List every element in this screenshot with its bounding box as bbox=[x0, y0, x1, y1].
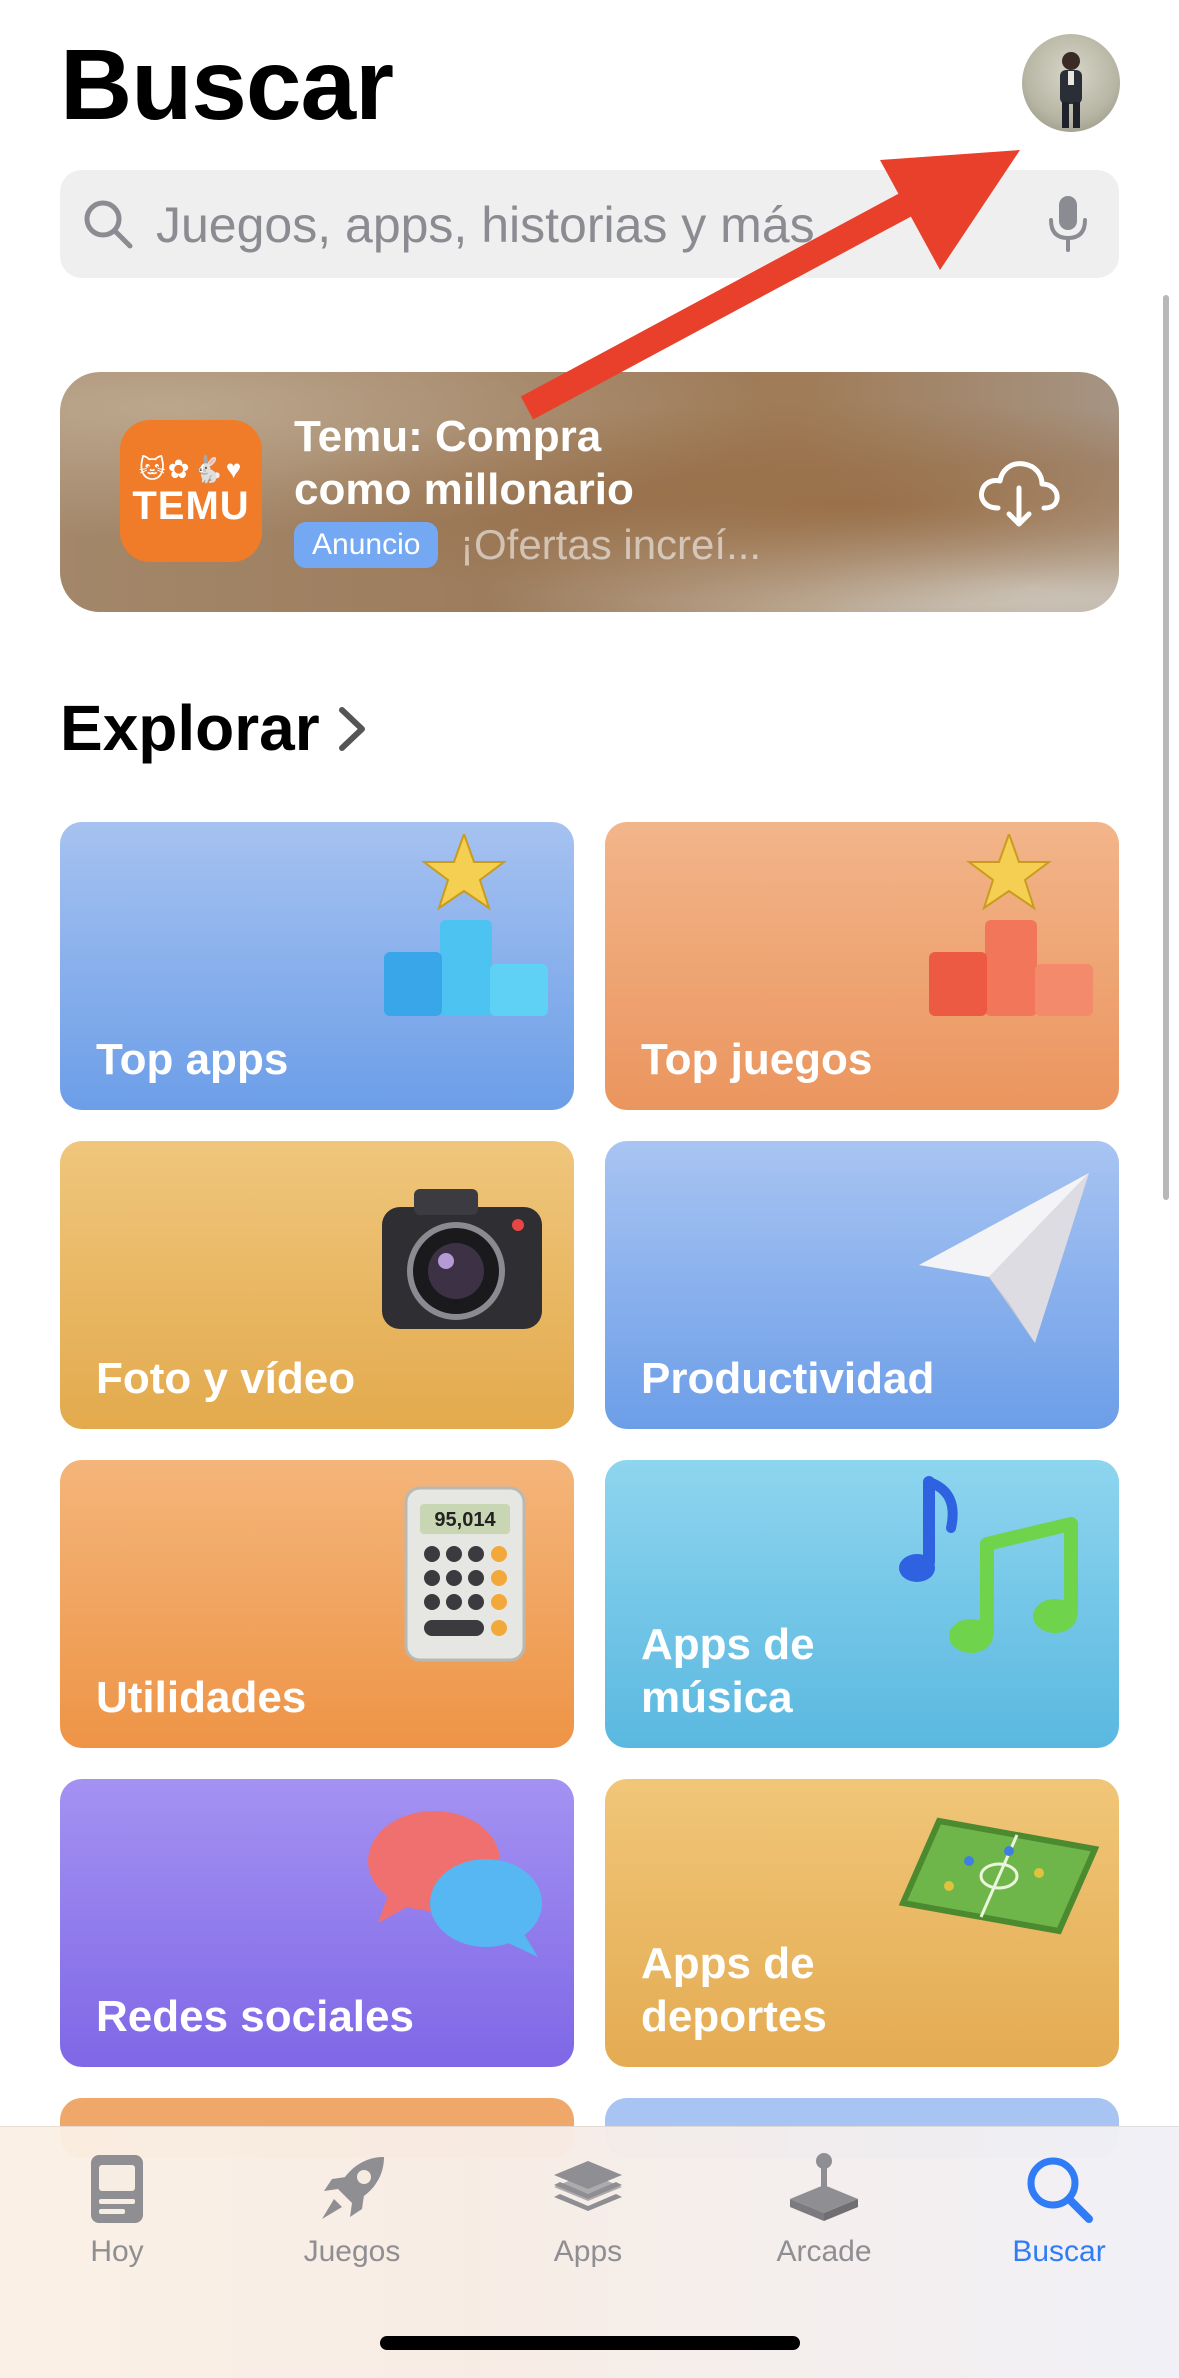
scroll-indicator[interactable] bbox=[1163, 295, 1169, 1200]
podium-star-icon bbox=[929, 834, 1093, 1016]
explore-heading[interactable]: Explorar bbox=[60, 688, 320, 768]
tab-label: Apps bbox=[553, 2235, 623, 2268]
category-label: Top apps bbox=[96, 1035, 289, 1084]
chevron-right-icon[interactable] bbox=[336, 704, 368, 754]
ad-banner[interactable]: 🐱✿🐇♥ TEMU Temu: Compra como millonario A… bbox=[60, 372, 1119, 612]
paper-plane-icon bbox=[919, 1173, 1089, 1343]
search-icon bbox=[1027, 2157, 1093, 2223]
tab-today[interactable]: Hoy bbox=[27, 2149, 207, 2289]
tab-label: Buscar bbox=[1012, 2235, 1106, 2268]
tab-apps[interactable]: Apps bbox=[498, 2149, 678, 2289]
ad-subtitle: ¡Ofertas increí... bbox=[460, 521, 762, 568]
calculator-icon: 95,014 bbox=[404, 1486, 526, 1662]
category-card-utilities[interactable]: 95,014 Utilidades bbox=[60, 1460, 574, 1748]
temu-app-icon: 🐱✿🐇♥ TEMU bbox=[120, 420, 262, 562]
cloud-download-icon[interactable] bbox=[976, 458, 1062, 530]
tab-games[interactable]: Juegos bbox=[262, 2149, 442, 2289]
microphone-icon[interactable] bbox=[1045, 194, 1091, 254]
category-card-social-networks[interactable]: Redes sociales bbox=[60, 1779, 574, 2067]
page-title: Buscar bbox=[60, 29, 394, 141]
temu-logo-glyphs: 🐱✿🐇♥ bbox=[138, 454, 244, 484]
ad-title: Temu: Compra como millonario bbox=[294, 412, 634, 514]
category-label: Productividad bbox=[641, 1354, 935, 1403]
ad-badge: Anuncio bbox=[294, 522, 439, 568]
podium-star-icon bbox=[384, 834, 548, 1016]
chat-bubbles-icon bbox=[368, 1811, 542, 1957]
layers-icon bbox=[554, 2161, 622, 2211]
temu-logo-text: TEMU bbox=[132, 484, 250, 528]
home-indicator[interactable] bbox=[380, 2336, 800, 2350]
camera-icon bbox=[382, 1189, 542, 1329]
today-icon bbox=[91, 2155, 143, 2223]
category-card-productivity[interactable]: Productividad bbox=[605, 1141, 1119, 1429]
category-card-sports-apps[interactable]: Apps de deportes bbox=[605, 1779, 1119, 2067]
rocket-icon bbox=[322, 2157, 384, 2219]
category-label: Apps de música bbox=[641, 1620, 815, 1722]
category-label: Redes sociales bbox=[96, 1992, 414, 2041]
category-label: Top juegos bbox=[641, 1035, 873, 1084]
tab-label: Arcade bbox=[776, 2235, 872, 2268]
category-card-top-games[interactable]: Top juegos bbox=[605, 822, 1119, 1110]
svg-text:95,014: 95,014 bbox=[434, 1509, 496, 1531]
tab-label: Hoy bbox=[90, 2235, 144, 2268]
category-card-music-apps[interactable]: Apps de música bbox=[605, 1460, 1119, 1748]
search-input[interactable] bbox=[154, 170, 1018, 280]
category-label: Utilidades bbox=[96, 1673, 307, 1722]
joystick-icon bbox=[790, 2153, 858, 2221]
category-label: Foto y vídeo bbox=[96, 1354, 356, 1403]
account-avatar[interactable] bbox=[1022, 34, 1120, 132]
tab-search[interactable]: Buscar bbox=[969, 2149, 1149, 2289]
category-card-photo-video[interactable]: Foto y vídeo bbox=[60, 1141, 574, 1429]
search-icon bbox=[84, 200, 133, 249]
category-label: Apps de deportes bbox=[641, 1939, 827, 2041]
category-card-top-apps[interactable]: Top apps bbox=[60, 822, 574, 1110]
avatar-photo bbox=[1060, 52, 1082, 128]
tab-label: Juegos bbox=[303, 2235, 401, 2268]
tab-arcade[interactable]: Arcade bbox=[734, 2149, 914, 2289]
search-bar[interactable] bbox=[60, 170, 1119, 280]
